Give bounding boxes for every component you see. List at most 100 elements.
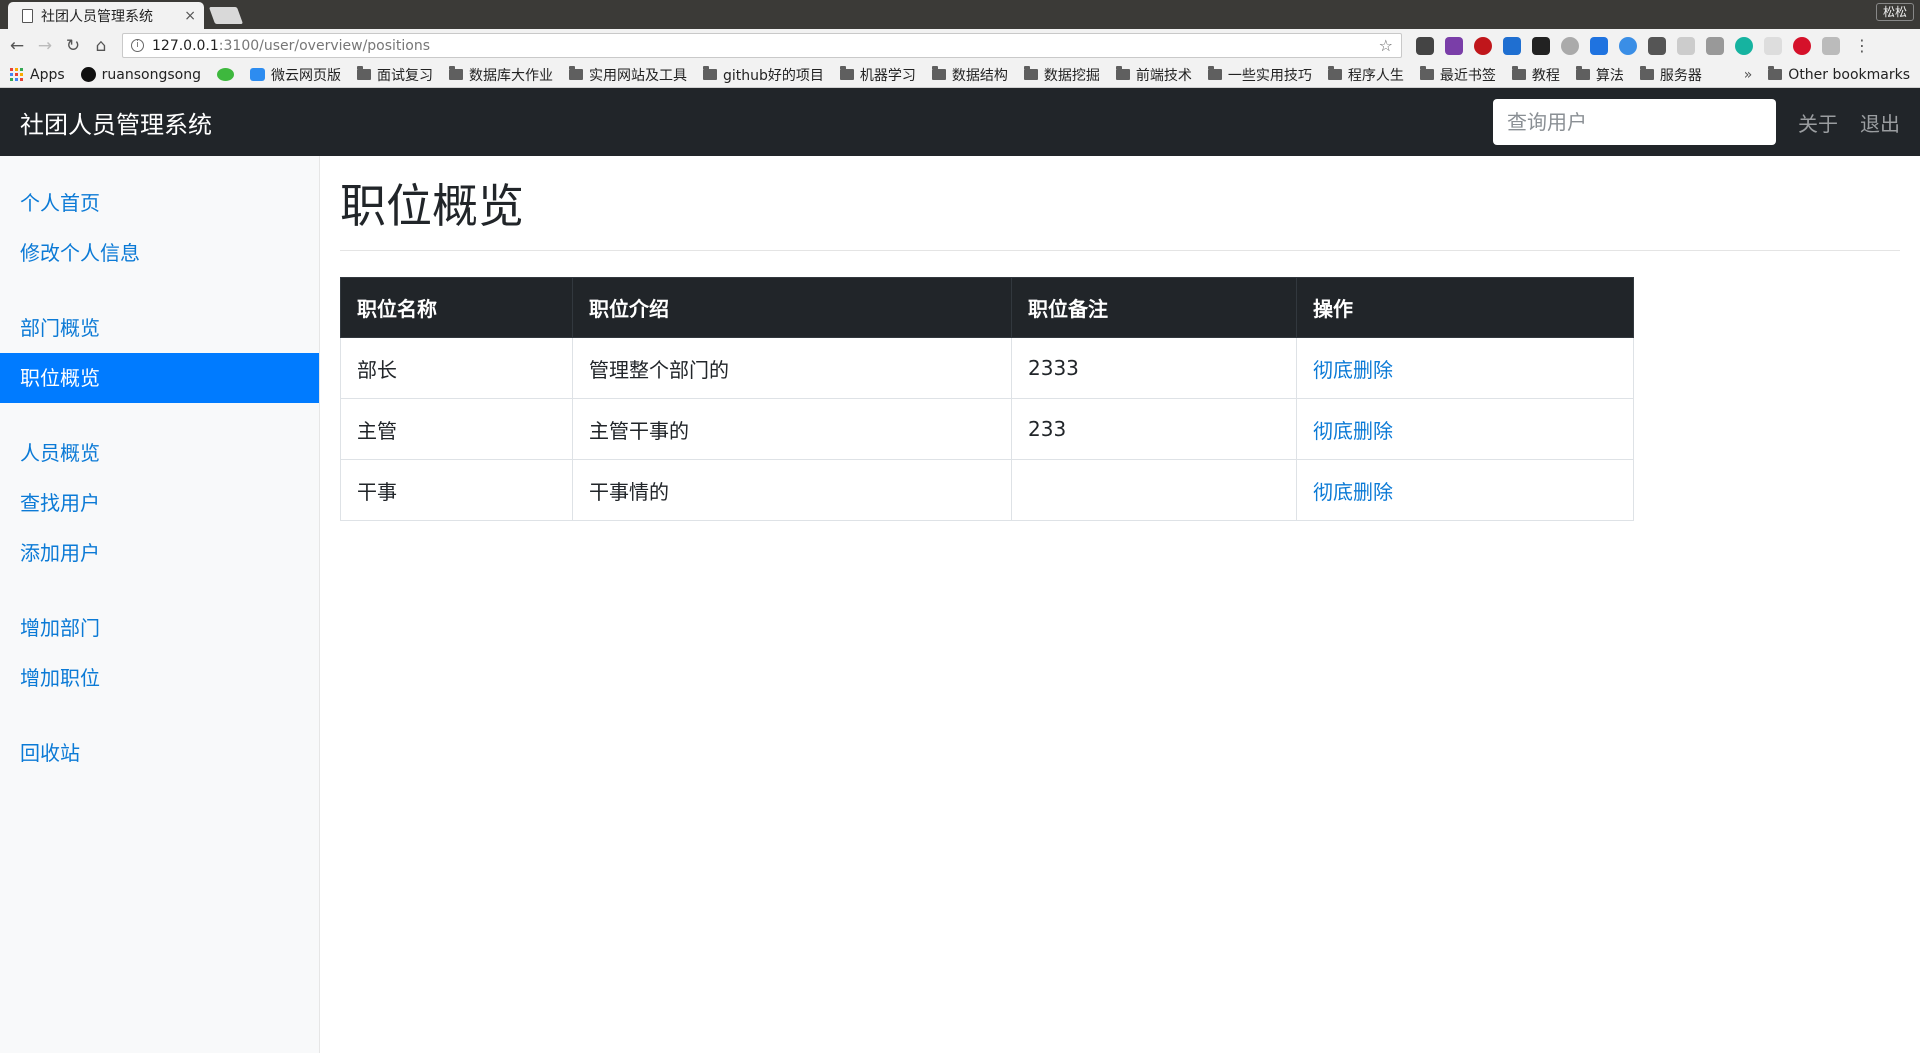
sidebar-item[interactable]: 添加用户 (0, 528, 319, 578)
tab-title: 社团人员管理系统 (41, 8, 153, 25)
main-content: 职位概览 职位名称 职位介绍 职位备注 操作 部长 管理整个部门的 2333 彻… (320, 156, 1920, 1053)
bolt-extension-icon[interactable] (1822, 36, 1840, 55)
page-layout: 个人首页 修改个人信息 部门概览 职位概览 人员概览 查找用户 添加用户 增加部门 增加职位 回收… (0, 156, 1920, 1053)
sidebar-group: 部门概览 职位概览 (0, 303, 319, 403)
other-bookmarks[interactable]: Other bookmarks (1768, 66, 1910, 83)
header-position-note: 职位备注 (1011, 277, 1297, 338)
page-title: 职位概览 (340, 156, 1900, 251)
bookmark-item[interactable]: 机器学习 (839, 65, 916, 85)
url-host: 127.0.0.1 (152, 37, 219, 54)
bookmark-label: 最近书签 (1439, 67, 1496, 84)
sidebar-item[interactable]: 个人首页 (0, 178, 319, 228)
m-extension-icon[interactable] (1735, 36, 1753, 55)
brand-title[interactable]: 社团人员管理系统 (20, 105, 1493, 140)
browser-toolbar: ← → ↻ ⌂ i 127.0.0.1:3100/user/overview/p… (0, 29, 1920, 62)
about-link[interactable]: 关于 (1798, 108, 1838, 137)
bookmark-item[interactable]: 实用网站及工具 (568, 65, 687, 85)
bookmark-item[interactable] (216, 68, 234, 81)
delete-permanently-link[interactable]: 彻底删除 (1313, 480, 1393, 504)
sidebar-item[interactable]: 部门概览 (0, 303, 319, 353)
chart-extension-icon[interactable] (1648, 36, 1666, 55)
sidebar-item[interactable]: 人员概览 (0, 428, 319, 478)
folder-icon (1327, 66, 1342, 80)
bookmark-label: 微云网页版 (270, 67, 341, 84)
sidebar-item[interactable]: 回收站 (0, 728, 319, 778)
position-name-cell: 主管 (340, 398, 573, 460)
bookmark-item[interactable]: 一些实用技巧 (1207, 65, 1312, 85)
sidebar-group: 个人首页 修改个人信息 (0, 178, 319, 278)
sidebar-item[interactable]: 增加部门 (0, 603, 319, 653)
globe-extension-icon[interactable] (1619, 36, 1637, 55)
tree-extension-icon[interactable] (1677, 36, 1695, 55)
bookmark-item[interactable]: 程序人生 (1327, 65, 1404, 85)
extension-icons (1416, 36, 1840, 55)
new-tab-button[interactable] (208, 7, 244, 24)
browser-tab[interactable]: 社团人员管理系统 × (8, 2, 204, 29)
adblock-extension-icon[interactable] (1474, 36, 1492, 55)
circle-extension-icon[interactable] (1561, 36, 1579, 55)
puzzle-extension-icon[interactable] (1706, 36, 1724, 55)
table-header-row: 职位名称 职位介绍 职位备注 操作 (340, 277, 1634, 338)
folder-icon (448, 66, 463, 80)
actions-cell: 彻底删除 (1296, 398, 1634, 460)
bookmark-item[interactable]: 数据结构 (931, 65, 1008, 85)
pinterest-extension-icon[interactable] (1793, 36, 1811, 55)
qr-extension-icon[interactable] (1764, 36, 1782, 55)
sidebar-item[interactable]: 职位概览 (0, 353, 319, 403)
folder-icon (931, 66, 946, 80)
delete-permanently-link[interactable]: 彻底删除 (1313, 419, 1393, 443)
bookmark-item[interactable]: 前端技术 (1115, 65, 1192, 85)
weiyun-icon (249, 68, 265, 81)
address-bar[interactable]: i 127.0.0.1:3100/user/overview/positions… (122, 33, 1402, 58)
bookmark-item[interactable]: 服务器 (1639, 65, 1702, 85)
bookmark-label: 数据挖掘 (1043, 67, 1100, 84)
bookmark-item[interactable]: github好的项目 (702, 65, 824, 85)
onenote-extension-icon[interactable] (1445, 36, 1463, 55)
bookmark-item[interactable]: 数据库大作业 (448, 65, 553, 85)
bookmark-label: 数据库大作业 (468, 67, 553, 84)
folder-icon (702, 66, 717, 80)
position-intro-cell: 管理整个部门的 (572, 337, 1012, 399)
actions-cell: 彻底删除 (1296, 459, 1634, 521)
header-actions: 操作 (1296, 277, 1634, 338)
info-icon[interactable]: i (131, 39, 144, 52)
vue-extension-icon[interactable] (1503, 36, 1521, 55)
bookmark-label: 教程 (1531, 67, 1560, 84)
user-search-input[interactable] (1493, 99, 1776, 145)
delete-permanently-link[interactable]: 彻底删除 (1313, 358, 1393, 382)
bookmark-item[interactable]: 数据挖掘 (1023, 65, 1100, 85)
bookmark-item[interactable]: ruansongsong (80, 67, 201, 83)
bookmark-item[interactable]: 最近书签 (1419, 65, 1496, 85)
profile-button[interactable]: 松松 (1875, 3, 1914, 21)
sidebar-item[interactable]: 查找用户 (0, 478, 319, 528)
pocket-extension-icon[interactable] (1416, 36, 1434, 55)
bookmark-label: 机器学习 (859, 67, 916, 84)
reload-icon[interactable]: ↻ (62, 36, 84, 56)
browser-menu-icon[interactable]: ⋮ (1854, 36, 1870, 55)
position-note-cell: 2333 (1011, 337, 1297, 399)
bookmark-label: 服务器 (1659, 67, 1702, 84)
app-navbar: 社团人员管理系统 关于 退出 (0, 88, 1920, 156)
bookmark-label: 面试复习 (376, 67, 433, 84)
bookmark-item[interactable]: 面试复习 (356, 65, 433, 85)
bookmark-item[interactable]: Apps (10, 67, 65, 83)
bookmark-item[interactable]: 算法 (1575, 65, 1624, 85)
sidebar-item[interactable]: 增加职位 (0, 653, 319, 703)
tab-close-icon[interactable]: × (184, 8, 196, 24)
sidebar-group: 人员概览 查找用户 添加用户 (0, 428, 319, 578)
sidebar-item[interactable]: 修改个人信息 (0, 228, 319, 278)
bookmark-label: 数据结构 (951, 67, 1008, 84)
bookmark-item[interactable]: 微云网页版 (249, 65, 341, 85)
bookmarks-overflow-icon[interactable]: » (1744, 67, 1753, 83)
url-text[interactable]: 127.0.0.1:3100/user/overview/positions (152, 38, 1371, 54)
logout-link[interactable]: 退出 (1860, 108, 1900, 137)
folder-icon (1023, 66, 1038, 80)
back-icon[interactable]: ← (6, 36, 28, 56)
other-bookmarks-label: Other bookmarks (1788, 66, 1910, 83)
save-extension-icon[interactable] (1590, 36, 1608, 55)
bookmark-star-icon[interactable]: ☆ (1379, 36, 1393, 55)
cat-extension-icon[interactable] (1532, 36, 1550, 55)
home-icon[interactable]: ⌂ (90, 36, 112, 56)
bookmark-item[interactable]: 教程 (1511, 65, 1560, 85)
forward-icon[interactable]: → (34, 36, 56, 56)
